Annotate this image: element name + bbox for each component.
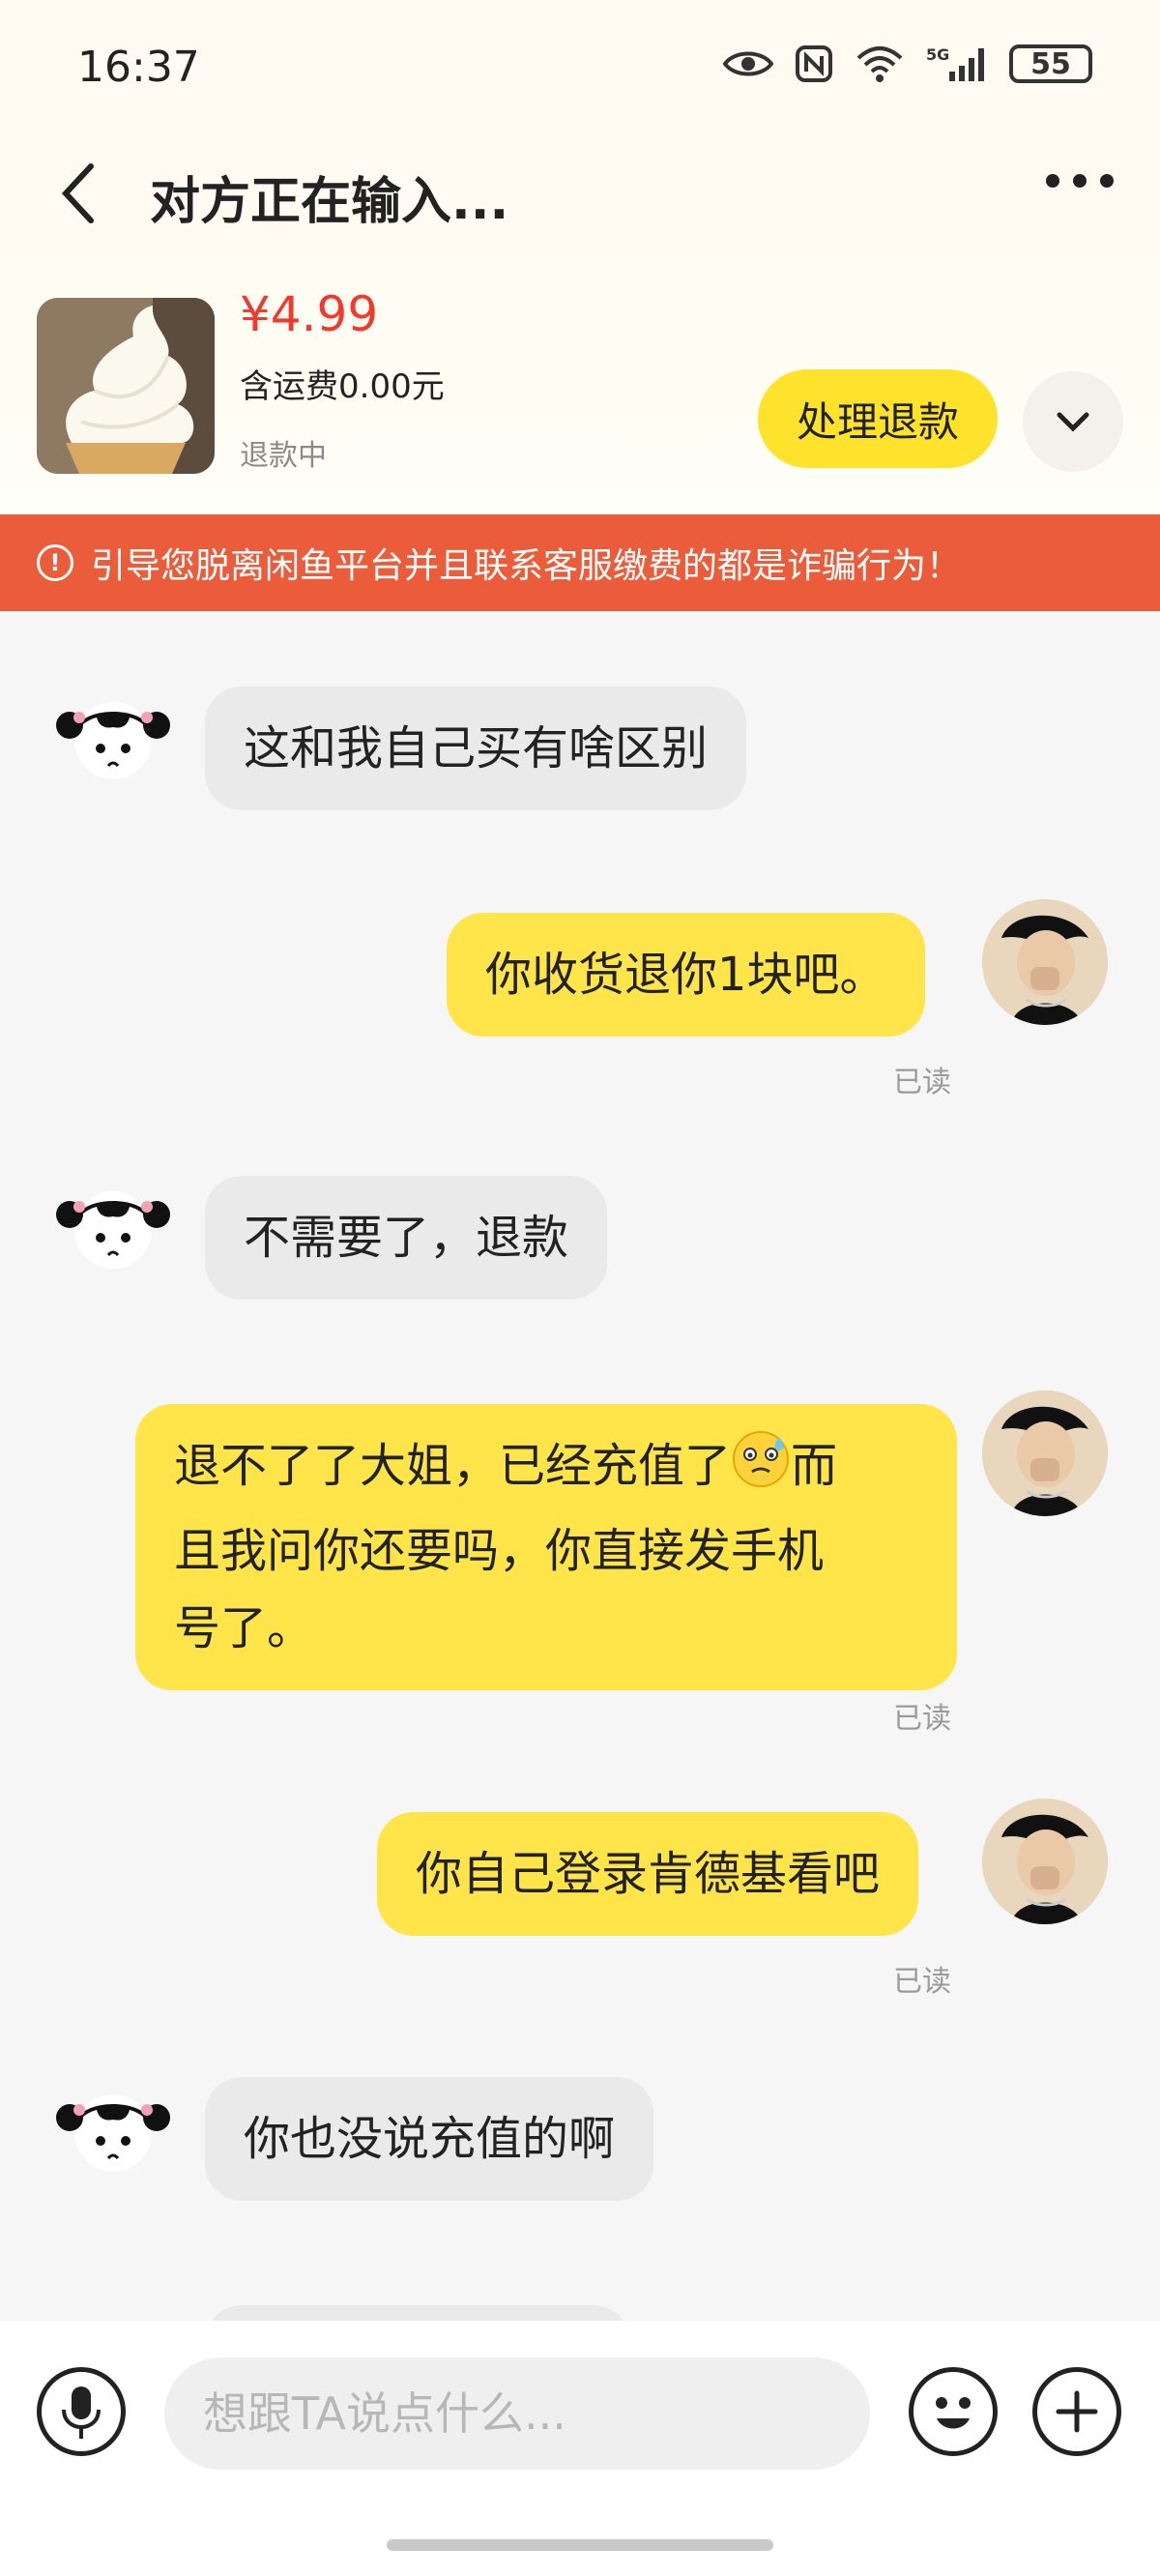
- more-dot-icon: [1100, 174, 1114, 188]
- svg-text:5G: 5G: [926, 45, 949, 64]
- message-bubble-received[interactable]: 不需要了，退款: [205, 1176, 608, 1300]
- message-bubble-received[interactable]: 你也没说充值的啊: [205, 2077, 654, 2201]
- read-receipt: 已读: [893, 1965, 951, 1999]
- more-actions-button[interactable]: [1032, 2367, 1121, 2456]
- ice-cream-image: [37, 298, 215, 474]
- nfc-icon: [796, 45, 832, 82]
- message-bubble-sent[interactable]: 你收货退你1块吧。: [447, 913, 925, 1037]
- message-line: 退不了了大姐，已经充值了 而: [174, 1427, 918, 1512]
- signal-5g-icon: 5G: [926, 45, 984, 81]
- read-receipt: 已读: [893, 1702, 951, 1736]
- alert-icon: !: [37, 544, 73, 581]
- sweat-smile-emoji-icon: [731, 1429, 791, 1512]
- message-bubble-sent[interactable]: 退不了了大姐，已经充值了 而 且我问你还要吗，你直接发手机 号了。: [135, 1404, 957, 1690]
- message-bubble-received[interactable]: 这和我自己买有啥区别: [205, 687, 747, 810]
- message-line: 且我问你还要吗，你直接发手机: [174, 1524, 825, 1578]
- avatar[interactable]: [50, 2069, 176, 2195]
- fraud-warning-banner: ! 引导您脱离闲鱼平台并且联系客服缴费的都是诈骗行为！: [0, 514, 1160, 611]
- more-dot-icon: [1046, 174, 1059, 188]
- message-bubble-sent[interactable]: 你自己登录肯德基看吧: [377, 1812, 919, 1936]
- more-dot-icon: [1073, 174, 1087, 188]
- avatar[interactable]: [982, 1390, 1108, 1516]
- back-button[interactable]: [46, 155, 114, 232]
- wifi-icon: [856, 46, 903, 82]
- product-price: ¥4.99: [240, 286, 379, 342]
- expand-button[interactable]: [1023, 371, 1123, 472]
- order-status: 退款中: [240, 439, 327, 473]
- chevron-down-icon: [1057, 412, 1089, 432]
- message-input[interactable]: [164, 2357, 870, 2470]
- shipping-fee: 含运费0.00元: [240, 367, 445, 406]
- boy-avatar-image: [982, 899, 1108, 1025]
- message-line: 号了。: [174, 1601, 314, 1655]
- boy-avatar-image: [982, 1390, 1108, 1516]
- avatar[interactable]: [50, 677, 176, 803]
- chevron-left-icon: [61, 163, 94, 223]
- smile-icon: [936, 2397, 971, 2429]
- warning-text: 引导您脱离闲鱼平台并且联系客服缴费的都是诈骗行为！: [91, 546, 962, 586]
- girl-avatar-image: [56, 702, 170, 779]
- read-receipt: 已读: [893, 1066, 951, 1099]
- plus-icon: [1056, 2390, 1098, 2433]
- handle-refund-button[interactable]: 处理退款: [758, 369, 998, 468]
- product-thumbnail[interactable]: [37, 298, 215, 474]
- girl-avatar-image: [56, 1191, 170, 1269]
- microphone-icon: [62, 2386, 101, 2439]
- emoji-button[interactable]: [909, 2367, 998, 2456]
- avatar[interactable]: [982, 1799, 1108, 1924]
- chat-title: 对方正在输入...: [150, 173, 509, 231]
- avatar[interactable]: [982, 899, 1108, 1025]
- battery-indicator: 55: [1009, 44, 1092, 83]
- status-icons: 5G 55: [723, 44, 1092, 83]
- eye-icon: [723, 51, 773, 76]
- more-options-button[interactable]: [1046, 174, 1114, 188]
- voice-input-button[interactable]: [37, 2367, 126, 2456]
- boy-avatar-image: [982, 1799, 1108, 1924]
- home-indicator[interactable]: [387, 2539, 773, 2551]
- status-time: 16:37: [77, 43, 200, 92]
- girl-avatar-image: [56, 2094, 170, 2172]
- avatar[interactable]: [50, 1166, 176, 1292]
